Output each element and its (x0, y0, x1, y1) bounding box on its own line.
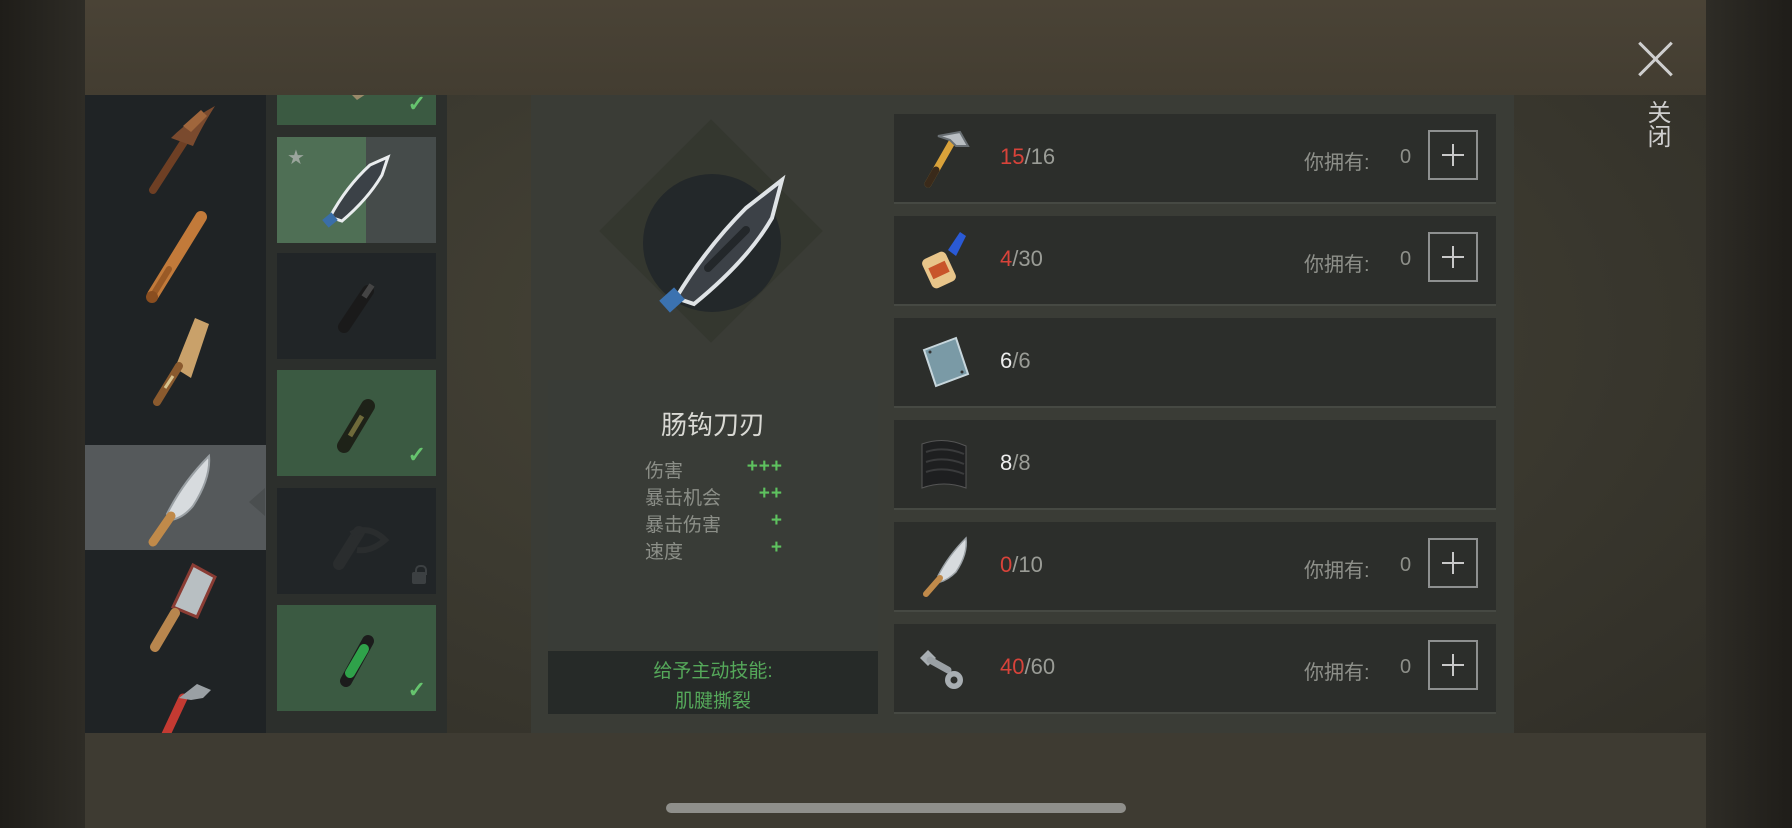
have-count: 15 (1000, 144, 1025, 169)
component-card[interactable]: ✓ (277, 95, 436, 125)
own-label: 你拥有: (1304, 152, 1370, 174)
need-count: 60 (1030, 654, 1056, 679)
material-row-rubber-sheet: 8/8 (894, 420, 1496, 510)
blade-tip-icon (351, 95, 364, 100)
own-value: 0 (1400, 146, 1412, 168)
home-indicator[interactable] (666, 803, 1126, 813)
material-row-machete: 0/10 你拥有: 0 (894, 522, 1496, 612)
bolts-icon (920, 650, 963, 689)
item-name: 肠钩刀刃 (660, 410, 765, 440)
category-pickaxe[interactable] (85, 95, 266, 200)
add-material-button[interactable] (1428, 130, 1478, 180)
glue-icon (922, 232, 966, 289)
material-row-bolts: 40/60 你拥有: 0 (894, 624, 1496, 714)
machete-icon (923, 536, 968, 597)
stat-label: 伤害 (645, 461, 684, 482)
need-count: 10 (1018, 552, 1043, 577)
need-count: 16 (1030, 144, 1056, 169)
material-count: 15/16 (1000, 144, 1056, 169)
material-row-metal-plate: 6/6 (894, 318, 1496, 408)
own-value: 0 (1400, 656, 1412, 678)
stat-label: 暴击机会 (645, 488, 722, 509)
black-handle-icon (337, 283, 374, 333)
skill-name: 肌腱撕裂 (674, 691, 751, 712)
bottom-band (85, 733, 1706, 828)
component-card-current[interactable]: ★ (277, 137, 436, 243)
stat-label: 速度 (645, 542, 684, 563)
close-label[interactable]: 关闭 (1643, 100, 1670, 148)
have-count: 6 (1000, 348, 1013, 373)
need-count: 8 (1018, 450, 1031, 475)
metal-plate-icon (922, 336, 970, 388)
owned-check-icon: ✓ (407, 95, 426, 116)
wooden-paddle-icon (152, 317, 209, 406)
category-pipe-wrench[interactable] (85, 655, 266, 733)
weapon-category-list[interactable] (85, 95, 266, 733)
own-value: 0 (1400, 554, 1412, 576)
have-count: 8 (1000, 450, 1013, 475)
stat-value: + (770, 537, 783, 558)
selection-pointer (249, 488, 265, 516)
category-cleaver[interactable] (85, 550, 266, 655)
guard-handle-icon (332, 526, 389, 570)
screen-frame-right (1706, 0, 1792, 828)
own-value: 0 (1400, 248, 1412, 270)
material-count: 40/60 (1000, 654, 1056, 679)
material-count: 6/6 (1000, 348, 1031, 373)
material-count: 4/30 (1000, 246, 1043, 271)
pickaxe-icon (148, 105, 215, 194)
stat-value: + (770, 510, 783, 531)
component-card[interactable]: ✓ (277, 605, 436, 711)
need-count: 30 (1018, 246, 1043, 271)
hammer-icon (924, 130, 970, 188)
have-count: 40 (1000, 654, 1025, 679)
favorite-star-icon: ★ (287, 147, 305, 169)
add-material-button[interactable] (1428, 538, 1478, 588)
material-row-glue: 4/30 你拥有: 0 (894, 216, 1496, 306)
owned-check-icon: ✓ (407, 677, 426, 702)
add-material-button[interactable] (1428, 640, 1478, 690)
machete-icon (148, 453, 210, 546)
stat-value: +++ (746, 456, 783, 477)
stat-row-damage: 伤害 +++ (645, 456, 785, 482)
category-wooden-paddle[interactable] (85, 305, 266, 410)
hook-blade-icon (321, 154, 390, 228)
have-count: 0 (1000, 552, 1013, 577)
stat-value: ++ (758, 483, 783, 504)
close-icon[interactable] (1636, 40, 1674, 78)
component-card[interactable] (277, 253, 436, 359)
material-count: 8/8 (1000, 450, 1031, 475)
material-count: 0/10 (1000, 552, 1043, 577)
owned-check-icon: ✓ (407, 442, 426, 467)
need-count: 6 (1018, 348, 1031, 373)
rubber-sheet-icon (921, 440, 967, 489)
skill-label: 给予主动技能: (653, 661, 773, 682)
have-count: 4 (1000, 246, 1013, 271)
screen-frame-left (0, 0, 85, 828)
hook-blade-icon (659, 174, 786, 313)
add-material-button[interactable] (1428, 232, 1478, 282)
component-list[interactable]: ✓ ★ ✓ ✓ (266, 95, 447, 733)
baseball-bat-icon (145, 210, 207, 303)
pipe-wrench-icon (160, 683, 211, 733)
own-label: 你拥有: (1304, 662, 1370, 684)
stat-row-crit-damage: 暴击伤害 + (645, 510, 785, 536)
lock-icon (412, 565, 427, 584)
category-machete[interactable] (85, 445, 266, 550)
stat-row-speed: 速度 + (645, 537, 785, 563)
top-band (85, 0, 1706, 95)
stat-label: 暴击伤害 (645, 515, 722, 536)
own-label: 你拥有: (1304, 254, 1370, 276)
camo-handle-icon (336, 399, 375, 453)
material-row-hammer: 15/16 你拥有: 0 (894, 114, 1496, 204)
component-card[interactable]: ✓ (277, 370, 436, 476)
cleaver-icon (149, 562, 217, 652)
category-baseball-bat[interactable] (85, 200, 266, 305)
component-card-locked[interactable] (277, 488, 436, 594)
green-grip-icon (339, 635, 374, 687)
own-label: 你拥有: (1304, 560, 1370, 582)
stat-row-crit-chance: 暴击机会 ++ (645, 483, 785, 509)
